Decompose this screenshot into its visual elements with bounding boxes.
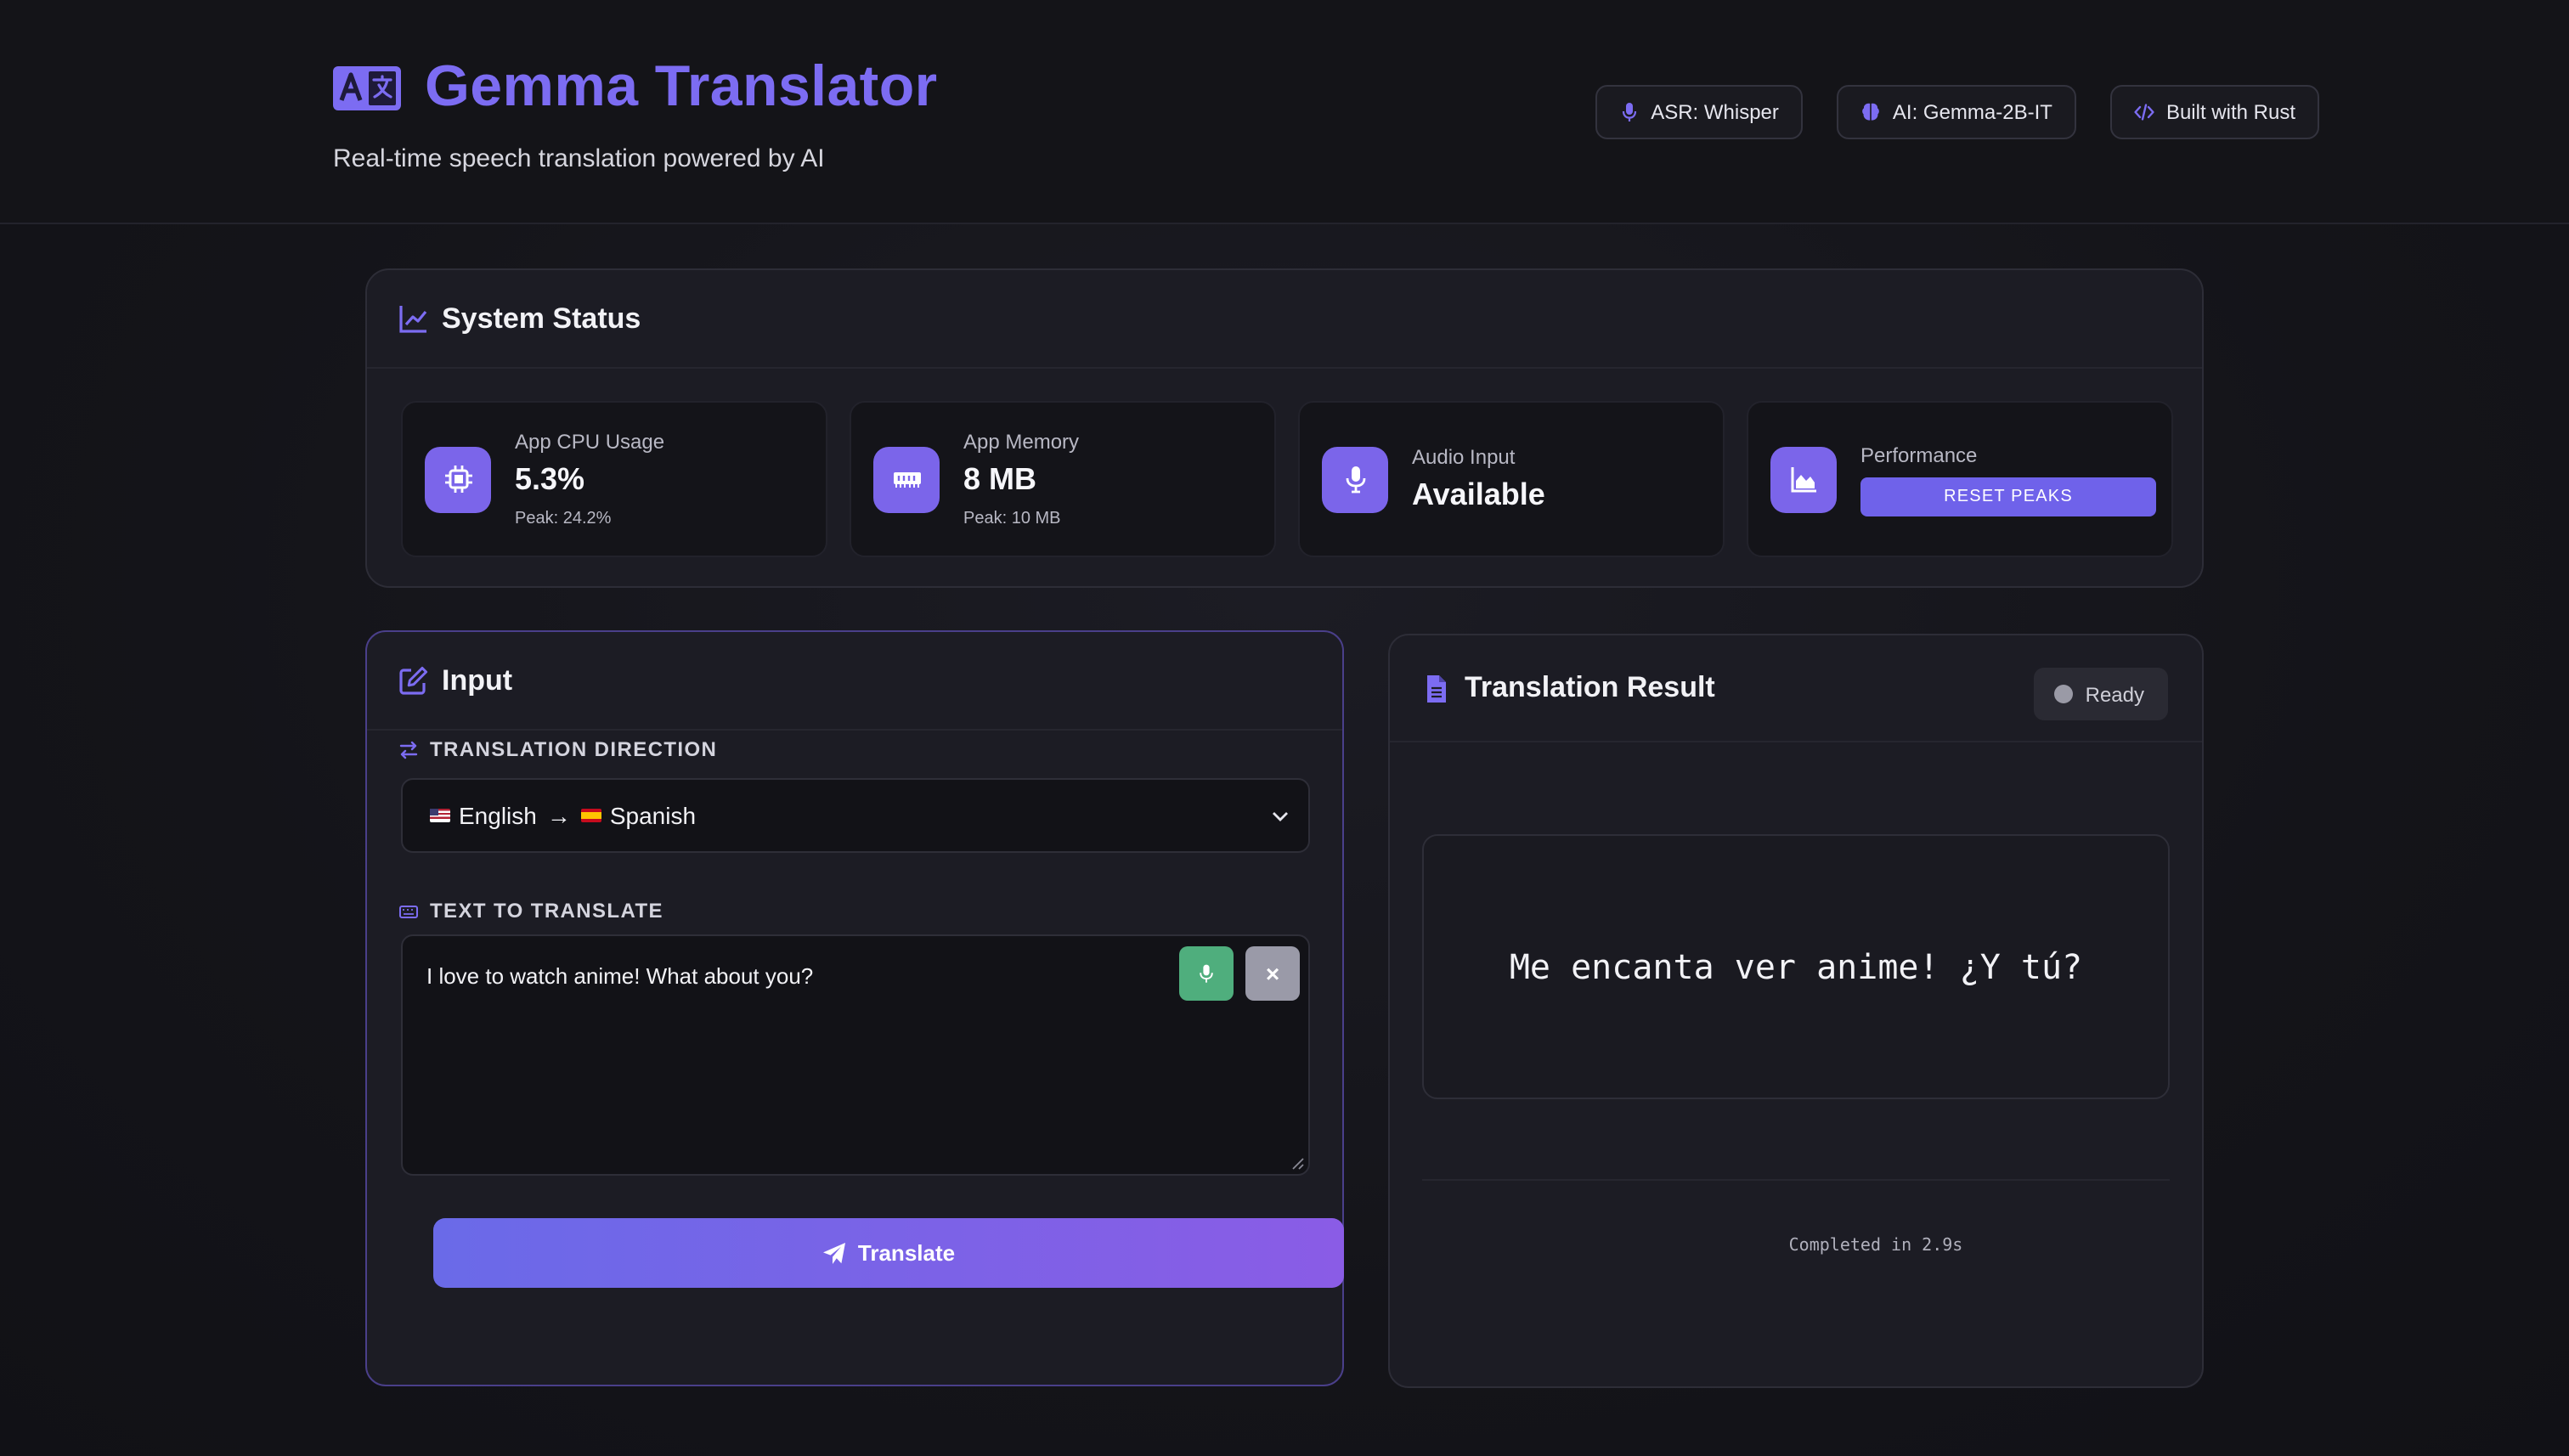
performance-card: Performance RESET PEAKS <box>1747 401 2173 557</box>
translate-button-label: Translate <box>857 1240 956 1266</box>
translate-button[interactable]: Translate <box>433 1218 1344 1288</box>
memory-icon-glyph <box>893 472 920 488</box>
app-page: Gemma Translator Real-time speech transl… <box>0 0 2569 1456</box>
system-status-panel: System Status App CPU Usage 5.3% Peak: 2… <box>365 268 2204 588</box>
cpu-card: App CPU Usage 5.3% Peak: 24.2% <box>401 401 827 557</box>
input-title: Input <box>442 663 513 696</box>
memory-value: 8 MB <box>963 462 1037 496</box>
direction-label-text: TRANSLATION DIRECTION <box>430 737 718 761</box>
code-icon <box>2134 104 2154 121</box>
translation-result-panel: Translation Result Ready Me encanta ver … <box>1388 634 2204 1388</box>
reset-peaks-button[interactable]: RESET PEAKS <box>1860 477 2156 516</box>
spain-flag-icon <box>580 809 601 822</box>
translate-icon <box>333 65 401 110</box>
voice-input-button[interactable] <box>1179 946 1234 1001</box>
performance-label: Performance <box>1860 443 1978 466</box>
badge-label: Built with Rust <box>2165 100 2295 124</box>
edit-icon <box>399 666 428 695</box>
badge-rust: Built with Rust <box>2109 85 2319 139</box>
app-subtitle: Real-time speech translation powered by … <box>333 144 825 173</box>
app-title: Gemma Translator <box>425 54 938 119</box>
paper-plane-icon <box>822 1242 845 1263</box>
status-text: Ready <box>2085 682 2144 706</box>
translation-text: Me encanta ver anime! ¿Y tú? <box>1509 946 2083 987</box>
memory-label: App Memory <box>963 430 1080 454</box>
file-icon <box>1427 674 1446 702</box>
translation-direction-select[interactable]: English → Spanish <box>401 778 1310 853</box>
system-status-header: System Status <box>367 270 2202 369</box>
status-badge: Ready <box>2034 668 2168 720</box>
microphone-icon <box>1622 103 1636 121</box>
audio-card: Audio Input Available <box>1298 401 1725 557</box>
us-flag-icon <box>430 809 450 822</box>
badge-label: ASR: Whisper <box>1651 100 1779 124</box>
cpu-value: 5.3% <box>515 462 585 496</box>
text-to-translate-input[interactable]: I love to watch anime! What about you? × <box>401 934 1310 1176</box>
text-label: TEXT TO TRANSLATE <box>399 899 663 923</box>
tech-badges: ASR: Whisper AI: Gemma-2B-IT Built with … <box>1595 85 2319 139</box>
resize-handle-icon[interactable] <box>1291 1157 1305 1171</box>
memory-icon <box>873 446 940 512</box>
completion-time: Completed in 2.9s <box>1788 1237 1963 1256</box>
badge-label: AI: Gemma-2B-IT <box>1892 100 2052 124</box>
input-header: Input <box>367 632 1342 731</box>
direction-label: TRANSLATION DIRECTION <box>399 737 717 761</box>
memory-peak: Peak: 10 MB <box>963 510 1061 528</box>
system-status-title: System Status <box>442 302 641 334</box>
input-panel: Input TRANSLATION DIRECTION English → Sp… <box>365 630 1344 1386</box>
microphone-icon-glyph <box>1345 466 1365 494</box>
stat-cards: App CPU Usage 5.3% Peak: 24.2% App Memor… <box>401 401 2173 557</box>
memory-card: App Memory 8 MB Peak: 10 MB <box>850 401 1276 557</box>
translation-output: Me encanta ver anime! ¿Y tú? <box>1422 834 2170 1099</box>
text-to-translate-value: I love to watch anime! What about you? <box>426 963 814 989</box>
keyboard-icon <box>399 905 418 917</box>
result-divider <box>1422 1179 2170 1181</box>
chart-area-icon <box>1770 446 1837 512</box>
status-dot-icon <box>2054 685 2074 703</box>
direction-arrow: → <box>546 802 571 829</box>
direction-from: English <box>459 802 537 829</box>
clear-text-button[interactable]: × <box>1245 946 1300 1001</box>
app-header: Gemma Translator Real-time speech transl… <box>0 0 2569 224</box>
audio-label: Audio Input <box>1412 445 1516 469</box>
direction-to: Spanish <box>609 802 697 829</box>
cpu-label: App CPU Usage <box>515 430 665 454</box>
badge-asr: ASR: Whisper <box>1595 85 1803 139</box>
audio-value: Available <box>1412 477 1545 511</box>
microchip-icon-glyph <box>444 466 471 493</box>
chevron-down-icon <box>1273 812 1288 821</box>
chart-line-icon <box>399 306 427 333</box>
badge-ai: AI: Gemma-2B-IT <box>1836 85 2076 139</box>
brain-icon <box>1862 103 1879 121</box>
microphone-icon <box>1200 964 1213 983</box>
cpu-peak: Peak: 24.2% <box>515 510 612 528</box>
chart-area-icon-glyph <box>1790 467 1815 493</box>
result-title: Translation Result <box>1465 671 1715 703</box>
text-label-text: TEXT TO TRANSLATE <box>430 899 663 923</box>
microchip-icon <box>425 446 491 512</box>
exchange-icon <box>399 740 418 759</box>
brand: Gemma Translator <box>333 54 938 121</box>
microphone-icon <box>1322 446 1388 512</box>
